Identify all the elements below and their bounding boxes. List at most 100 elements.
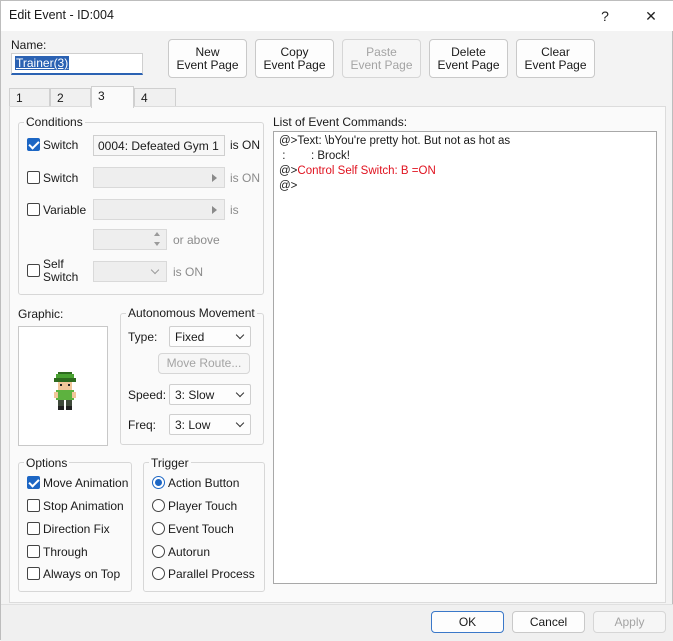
always-on-top-label: Always on Top <box>43 567 121 581</box>
command-line[interactable]: @>Control Self Switch: B =ON <box>279 164 651 179</box>
variable-checkbox[interactable] <box>27 203 40 216</box>
delete-event-page-label-1: Delete <box>451 44 486 59</box>
stop-animation-checkbox[interactable] <box>27 499 40 512</box>
action-button-radio[interactable] <box>152 476 165 489</box>
command-line[interactable]: @>Text: \bYou're pretty hot. But not as … <box>279 134 651 149</box>
parallel-process-label: Parallel Process <box>168 567 255 581</box>
window-title: Edit Event - ID:004 <box>9 8 114 22</box>
speed-value: 3: Slow <box>175 388 215 402</box>
switch1-suffix: is ON <box>230 138 260 152</box>
spin-down-icon[interactable] <box>154 242 160 246</box>
always-on-top-checkbox[interactable] <box>27 567 40 580</box>
clear-event-page-label-2: Event Page <box>524 57 587 72</box>
spin-up-icon[interactable] <box>154 232 160 236</box>
command-line[interactable]: @> <box>279 179 651 194</box>
self-switch-label: Self Switch <box>43 258 78 284</box>
self-switch-label-line2: Switch <box>43 270 79 284</box>
chevron-down-icon <box>235 418 245 428</box>
player-touch-radio[interactable] <box>152 499 165 512</box>
switch1-checkbox[interactable] <box>27 138 40 151</box>
parallel-process-radio[interactable] <box>152 567 165 580</box>
variable-selector[interactable] <box>93 199 225 220</box>
conditions-legend: Conditions <box>24 115 85 129</box>
copy-event-page-button[interactable]: Copy Event Page <box>255 39 334 78</box>
tab-page-1-label: 1 <box>16 91 23 105</box>
tab-page-4-label: 4 <box>141 91 148 105</box>
clear-event-page-label-1: Clear <box>541 44 570 59</box>
move-animation-checkbox[interactable] <box>27 476 40 489</box>
cancel-button[interactable]: Cancel <box>512 611 585 633</box>
tab-page-4[interactable]: 4 <box>134 88 176 107</box>
direction-fix-checkbox[interactable] <box>27 522 40 535</box>
close-icon: ✕ <box>645 7 657 24</box>
self-switch-suffix: is ON <box>173 265 203 279</box>
new-event-page-button[interactable]: New Event Page <box>168 39 247 78</box>
delete-event-page-button[interactable]: Delete Event Page <box>429 39 508 78</box>
event-commands-label: List of Event Commands: <box>273 115 408 129</box>
paste-event-page-label-2: Event Page <box>350 57 413 72</box>
delete-event-page-label-2: Event Page <box>437 57 500 72</box>
through-checkbox[interactable] <box>27 545 40 558</box>
switch1-value: 0004: Defeated Gym 1 <box>98 139 219 153</box>
help-icon: ? <box>601 8 609 24</box>
direction-fix-label: Direction Fix <box>43 522 110 536</box>
speed-select[interactable]: 3: Slow <box>169 384 251 405</box>
copy-event-page-label-2: Event Page <box>263 57 326 72</box>
through-label: Through <box>43 545 88 559</box>
switch2-selector[interactable] <box>93 167 225 188</box>
graphic-preview[interactable] <box>18 326 108 446</box>
variable-label: Variable <box>43 203 87 217</box>
new-event-page-label-2: Event Page <box>176 57 239 72</box>
options-legend: Options <box>24 456 70 470</box>
apply-label: Apply <box>614 614 645 629</box>
graphic-label: Graphic: <box>18 307 64 321</box>
variable-arrow-icon <box>212 206 217 214</box>
command-text-red: Control Self Switch: B =ON <box>297 165 436 177</box>
new-event-page-label-1: New <box>195 44 220 59</box>
move-route-label: Move Route... <box>166 356 242 370</box>
type-value: Fixed <box>175 330 205 344</box>
trigger-legend: Trigger <box>149 456 191 470</box>
type-select[interactable]: Fixed <box>169 326 251 347</box>
tab-page-3-label: 3 <box>98 89 105 103</box>
tab-page-1[interactable]: 1 <box>9 88 50 107</box>
ok-label: OK <box>458 614 477 629</box>
help-button[interactable]: ? <box>586 1 624 31</box>
self-switch-combo[interactable] <box>93 261 167 282</box>
clear-event-page-button[interactable]: Clear Event Page <box>516 39 595 78</box>
freq-select[interactable]: 3: Low <box>169 414 251 435</box>
autorun-label: Autorun <box>168 545 211 559</box>
tab-page-2-label: 2 <box>57 91 64 105</box>
switch2-checkbox[interactable] <box>27 171 40 184</box>
switch1-selector[interactable]: 0004: Defeated Gym 1 <box>93 135 225 156</box>
self-switch-label-line1: Self <box>43 257 64 271</box>
chevron-down-icon <box>150 265 160 275</box>
paste-event-page-button[interactable]: Paste Event Page <box>342 39 421 78</box>
trainer-sprite-icon <box>54 372 76 410</box>
name-input[interactable]: Trainer(3) <box>11 53 143 75</box>
autorun-radio[interactable] <box>152 545 165 558</box>
command-line[interactable]: : : Brock! <box>279 149 651 164</box>
name-value: Trainer(3) <box>15 56 70 70</box>
event-touch-label: Event Touch <box>168 522 234 536</box>
autonomous-movement-legend: Autonomous Movement <box>126 306 257 320</box>
close-button[interactable]: ✕ <box>632 1 670 31</box>
variable-min-spinner[interactable] <box>93 229 167 250</box>
copy-event-page-label-1: Copy <box>280 44 309 59</box>
speed-label: Speed: <box>128 388 167 402</box>
stop-animation-label: Stop Animation <box>43 499 124 513</box>
self-switch-checkbox[interactable] <box>27 264 40 277</box>
switch1-label: Switch <box>43 138 79 152</box>
tab-page-2[interactable]: 2 <box>50 88 91 107</box>
player-touch-label: Player Touch <box>168 499 238 513</box>
tab-page-3[interactable]: 3 <box>91 86 134 108</box>
cancel-label: Cancel <box>529 614 568 629</box>
freq-label: Freq: <box>128 418 157 432</box>
move-route-button[interactable]: Move Route... <box>158 353 250 374</box>
event-touch-radio[interactable] <box>152 522 165 535</box>
action-button-label: Action Button <box>168 476 240 490</box>
event-commands-list[interactable]: @>Text: \bYou're pretty hot. But not as … <box>273 131 657 584</box>
apply-button[interactable]: Apply <box>593 611 666 633</box>
ok-button[interactable]: OK <box>431 611 504 633</box>
chevron-down-icon <box>235 330 245 340</box>
